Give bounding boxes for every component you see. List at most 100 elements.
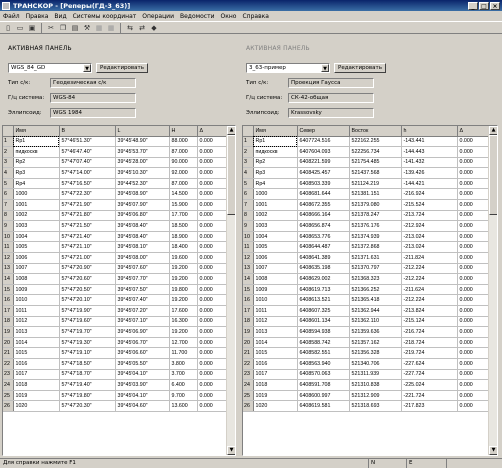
table-cell[interactable]: 3.800 bbox=[169, 358, 198, 370]
table-cell[interactable]: 39°45'06.70" bbox=[115, 337, 170, 349]
table-cell[interactable]: 0.000 bbox=[457, 199, 490, 211]
table-cell[interactable]: 87.000 bbox=[169, 178, 198, 190]
table-cell[interactable]: 1011 bbox=[253, 305, 298, 317]
col-header-north[interactable]: Север bbox=[297, 126, 350, 137]
minimize-button[interactable]: _ bbox=[468, 1, 478, 10]
table-cell[interactable]: 57°47'19.70" bbox=[59, 326, 116, 338]
table-cell[interactable]: 521312.909 bbox=[349, 390, 402, 402]
table-cell[interactable]: 39°45'06.80" bbox=[115, 210, 170, 222]
table-row[interactable]: 3 Rp2 6408221.599 521754.485 -141.432 0.000 bbox=[243, 157, 490, 169]
table-cell[interactable]: 6408582.551 bbox=[297, 347, 350, 359]
table-cell[interactable]: 521370.797 bbox=[349, 263, 402, 275]
table-cell[interactable]: 6408425.457 bbox=[297, 167, 350, 179]
table-cell[interactable]: 6408635.198 bbox=[297, 263, 350, 275]
table-row[interactable]: 25 1019 57°47'19.80" 39°45'04.10" 9.700 0.000 bbox=[3, 390, 228, 402]
left-system-select[interactable]: WGS_84_GD ▼ bbox=[8, 63, 92, 73]
table-row[interactable]: 3 Rp2 57°47'07.40" 39°45'28.00" 90.000 0.000 bbox=[3, 157, 228, 169]
scroll-down-icon[interactable]: ▼ bbox=[227, 446, 235, 455]
table-row[interactable]: 1 Rp1 6407724.516 522162.255 -143.441 0.000 bbox=[243, 136, 490, 148]
table-cell[interactable]: -219.724 bbox=[401, 347, 458, 359]
table-cell[interactable]: 57°47'21.40" bbox=[59, 231, 116, 243]
table-cell[interactable]: 6408666.164 bbox=[297, 210, 350, 222]
table-cell[interactable]: -212.924 bbox=[401, 220, 458, 232]
table-cell[interactable]: Rp4 bbox=[13, 178, 60, 190]
table-cell[interactable]: 521356.328 bbox=[349, 347, 402, 359]
table-cell[interactable]: 9.700 bbox=[169, 390, 198, 402]
table-cell[interactable]: 57°47'19.40" bbox=[59, 379, 116, 391]
table-cell[interactable]: Rp2 bbox=[253, 157, 298, 169]
table-cell[interactable]: 0.000 bbox=[457, 136, 490, 148]
table-cell[interactable]: 57°47'19.80" bbox=[59, 390, 116, 402]
table-cell[interactable]: 521374.939 bbox=[349, 231, 402, 243]
table-row[interactable]: 17 1011 57°47'19.90" 39°45'07.20" 17.600 0.00… bbox=[3, 305, 228, 317]
table-row[interactable]: 12 1006 57°47'21.00" 39°45'08.00" 19.600 0.00… bbox=[3, 252, 228, 264]
table-cell[interactable]: 39°45'07.40" bbox=[115, 294, 170, 306]
col-header-name[interactable]: Имя bbox=[13, 126, 60, 137]
table-cell[interactable]: 39°45'48.90" bbox=[115, 136, 170, 148]
col-header-east[interactable]: Восток bbox=[349, 126, 402, 137]
table-cell[interactable]: 57°47'21.90" bbox=[59, 199, 116, 211]
table-cell[interactable]: 3.700 bbox=[169, 369, 198, 381]
table-row[interactable]: 11 1005 57°47'21.10" 39°45'08.10" 18.400 0.00… bbox=[3, 241, 228, 254]
table-cell[interactable]: пидкоскв bbox=[253, 146, 298, 158]
menu-help[interactable]: Справка bbox=[242, 13, 268, 20]
table-cell[interactable]: 0.000 bbox=[197, 390, 228, 402]
table-cell[interactable]: 1001 bbox=[13, 199, 60, 211]
table-row[interactable]: 9 1003 57°47'21.50" 39°45'08.40" 18.500 0.000 bbox=[3, 220, 228, 232]
table-row[interactable]: 21 1015 6408582.551 521356.328 -219.724 0.000 bbox=[243, 347, 490, 359]
table-cell[interactable]: 0.000 bbox=[197, 241, 228, 254]
table-row[interactable]: 8 1002 6408666.164 521378.247 -213.724 0.000 bbox=[243, 210, 490, 222]
table-cell[interactable]: 16.300 bbox=[169, 316, 198, 328]
table-cell[interactable]: 6408600.997 bbox=[297, 390, 350, 402]
table-row[interactable]: 24 1018 6408591.708 521310.838 -225.024 0.000 bbox=[243, 379, 490, 391]
table-row[interactable]: 9 1003 6408656.874 521376.176 -212.924 0.000 bbox=[243, 220, 490, 232]
menu-window[interactable]: Окно bbox=[221, 13, 237, 20]
table-cell[interactable]: Rp4 bbox=[253, 178, 298, 190]
scroll-down-icon[interactable]: ▼ bbox=[489, 446, 497, 455]
table-cell[interactable]: -215.124 bbox=[401, 316, 458, 328]
table-cell[interactable]: 0.000 bbox=[197, 337, 228, 349]
col-header-h[interactable]: h bbox=[401, 126, 458, 137]
table-cell[interactable]: 521371.631 bbox=[349, 252, 402, 264]
table-cell[interactable]: -225.024 bbox=[401, 379, 458, 391]
table-cell[interactable]: 12.700 bbox=[169, 337, 198, 349]
close-button[interactable]: × bbox=[490, 1, 500, 10]
table-cell[interactable]: 0.000 bbox=[197, 178, 228, 190]
table-cell[interactable]: -212.224 bbox=[401, 294, 458, 306]
table-cell[interactable]: 0.000 bbox=[197, 326, 228, 338]
table-cell[interactable]: 1014 bbox=[253, 337, 298, 349]
table-row[interactable]: 20 1014 57°47'19.30" 39°45'06.70" 12.700 0.00… bbox=[3, 337, 228, 349]
table-cell[interactable]: 1016 bbox=[253, 358, 298, 370]
table-cell[interactable]: 57°47'20.30" bbox=[59, 400, 116, 412]
col-header-delta[interactable]: Δ bbox=[197, 126, 228, 137]
table-cell[interactable]: 92.000 bbox=[169, 167, 198, 179]
table-cell[interactable]: 0.000 bbox=[457, 379, 490, 391]
table-row[interactable]: 8 1002 57°47'21.80" 39°45'06.80" 17.700 0.000 bbox=[3, 210, 228, 222]
table-cell[interactable]: 90.000 bbox=[169, 157, 198, 169]
table-cell[interactable]: 1009 bbox=[13, 284, 60, 296]
table-cell[interactable]: 0.000 bbox=[197, 188, 228, 201]
table-cell[interactable]: 6408591.708 bbox=[297, 379, 350, 391]
table-cell[interactable]: 521366.252 bbox=[349, 284, 402, 296]
table-cell[interactable]: 6408601.134 bbox=[297, 316, 350, 328]
table-cell[interactable]: 0.000 bbox=[197, 210, 228, 222]
table-row[interactable]: 26 1020 57°47'20.30" 39°45'04.60" 13.600 0.00… bbox=[3, 400, 228, 412]
table-cell[interactable]: 0.000 bbox=[197, 347, 228, 359]
table-cell[interactable]: 0.000 bbox=[457, 347, 490, 359]
chevron-down-icon[interactable]: ▼ bbox=[83, 64, 91, 72]
table-row[interactable]: 23 1017 57°47'18.70" 39°45'04.10" 3.700 0.000 bbox=[3, 369, 228, 381]
table-row[interactable]: 26 1020 6408619.581 521318.693 -217.823 0.000 bbox=[243, 400, 490, 412]
table-cell[interactable]: 521754.485 bbox=[349, 157, 402, 169]
table-cell[interactable]: Rp3 bbox=[253, 167, 298, 179]
table-cell[interactable]: 39°45'07.10" bbox=[115, 316, 170, 328]
table-cell[interactable]: 39°45'08.40" bbox=[115, 231, 170, 243]
table-cell[interactable]: 0.000 bbox=[197, 157, 228, 169]
table-cell[interactable]: 57°47'19.10" bbox=[59, 347, 116, 359]
table-row[interactable]: 22 1016 57°47'18.50" 39°45'05.50" 3.800 0.000 bbox=[3, 358, 228, 370]
table-row[interactable]: 2 пидкоскв 6407604.093 522256.734 -144.443 0.… bbox=[243, 146, 490, 158]
table-row[interactable]: 6 1000 6408681.644 521381.151 -216.924 0.000 bbox=[243, 188, 490, 201]
table-cell[interactable]: 0.000 bbox=[457, 326, 490, 338]
table-cell[interactable]: 39°45'07.60" bbox=[115, 263, 170, 275]
table-row[interactable]: 19 1013 6408594.938 521359.636 -216.724 0.000 bbox=[243, 326, 490, 338]
table-cell[interactable]: 57°47'18.70" bbox=[59, 369, 116, 381]
